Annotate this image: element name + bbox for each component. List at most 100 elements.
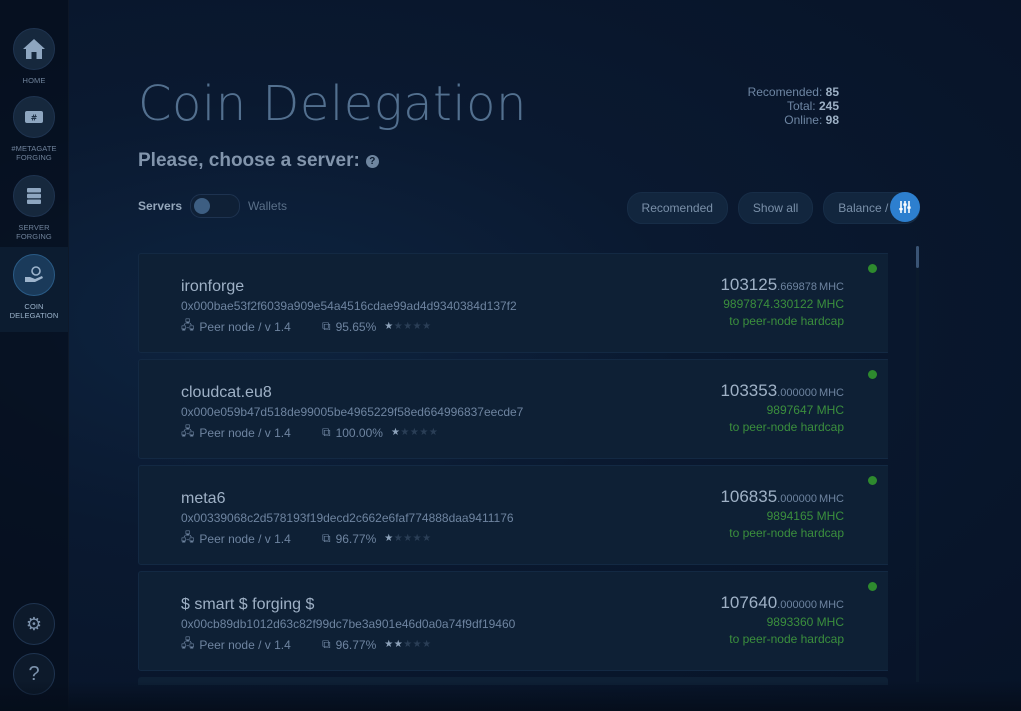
server-name: cloudcat.eu8 [181,384,272,401]
subtitle: Please, choose a server: ? [138,150,379,172]
node-version: Peer node / v 1.4 [199,531,291,546]
wallet-icon: # [25,111,43,123]
server-address: 0x000e059b47d518de99005be4965229f58ed664… [181,405,524,419]
rating-stars: ★★★★★ [390,427,439,438]
server-card[interactable]: cloudcat.eu8 0x000e059b47d518de99005be49… [138,359,888,459]
help-icon: ? [28,662,40,685]
balance-main: 103125.669878 MHC [720,275,844,295]
servers-wallets-switch[interactable] [190,194,241,218]
server-name: $ smart $ forging $ [181,596,315,613]
stat-recommended: Recomended: 85 [748,85,839,99]
rating-stars: ★★★★★ [384,639,432,650]
server-address: 0x00339068c2d578193f19decd2c662e6faf7748… [181,511,514,525]
uptime-info: ⧉ 96.77% [322,637,376,652]
sidebar-item-settings[interactable]: ⚙ [0,603,68,645]
copy-icon: ⧉ [322,319,331,333]
server-stats: Recomended: 85 Total: 245 Online: 98 [748,85,839,127]
hardcap-label: to peer-node hardcap [729,526,844,540]
hardcap-label: to peer-node hardcap [729,420,844,434]
rating-stars: ★★★★★ [384,321,432,332]
filter-show-all-button[interactable]: Show all [737,192,814,224]
network-icon: 🖧 [181,636,195,650]
sliders-icon [899,201,911,213]
toggle-label-wallets[interactable]: Wallets [248,199,287,213]
server-balance: 107640.000000 MHC 9893360 MHC to peer-nod… [720,593,844,647]
server-meta: 🖧 Peer node / v 1.4 ⧉ 95.65% ★★★★★ [181,316,432,337]
balance-remaining: 9894165 MHC [766,509,844,523]
network-icon: 🖧 [181,424,195,438]
node-info: 🖧 Peer node / v 1.4 [181,634,322,655]
uptime-percent: 95.65% [335,319,377,334]
filter-recommended-button[interactable]: Recomended [626,192,728,224]
server-name: ironforge [181,278,245,295]
server-card[interactable]: meta6 0x00339068c2d578193f19decd2c662e6f… [138,465,888,565]
uptime-info: ⧉ 95.65% [322,319,376,334]
list-scrollbar[interactable] [916,246,919,682]
node-version: Peer node / v 1.4 [199,319,291,334]
sidebar-item-coin-delegation[interactable]: COIN DELEGATION [0,247,68,332]
sidebar-item-server-forging[interactable]: SERVER FORGING [0,175,68,241]
rating-stars: ★★★★★ [384,533,432,544]
online-status-dot [868,476,877,485]
svg-text:#: # [31,114,38,123]
filter-bar: Recomended Show all Balance / up [626,192,920,224]
balance-unit: MHC [818,387,844,399]
sidebar-item-label: SERVER FORGING [16,223,52,241]
node-info: 🖧 Peer node / v 1.4 [181,528,322,549]
switch-knob [194,198,211,214]
stat-total: Total: 245 [748,99,839,113]
copy-icon: ⧉ [322,531,331,545]
balance-unit: MHC [818,493,844,505]
balance-main: 103353.000000 MHC [720,381,844,401]
server-list: ironforge 0x000bae53f2f6039a909e54a4516c… [138,253,888,683]
uptime-percent: 96.77% [335,531,377,546]
toggle-label-servers[interactable]: Servers [138,199,182,213]
scroll-thumb[interactable] [916,246,919,268]
stat-label: Total: [786,99,816,113]
balance-dec: .000000 [777,599,817,611]
home-icon [23,39,45,59]
sidebar: HOME # #METAGATE FORGING SERVER FORGING [0,0,69,711]
server-meta: 🖧 Peer node / v 1.4 ⧉ 96.77% ★★★★★ [181,528,432,549]
servers-wallets-toggle-row: Servers Wallets [138,194,287,218]
balance-unit: MHC [818,599,844,611]
delegation-icon [25,266,43,282]
server-meta: 🖧 Peer node / v 1.4 ⧉ 100.00% ★★★★★ [181,422,438,443]
balance-dec: .000000 [777,493,817,505]
nav-circle: ? [13,653,55,695]
nav-circle [13,175,55,217]
bottom-fade [0,681,1021,711]
node-info: 🖧 Peer node / v 1.4 [181,422,322,443]
uptime-info: ⧉ 100.00% [322,425,383,440]
uptime-info: ⧉ 96.77% [322,531,376,546]
copy-icon: ⧉ [322,637,331,651]
server-address: 0x00cb89db1012d63c82f99dc7be3a901e46d0a0… [181,617,516,631]
sidebar-item-label: COIN DELEGATION [9,302,59,320]
copy-icon: ⧉ [322,425,331,439]
help-icon[interactable]: ? [365,154,379,168]
subtitle-text: Please, choose a server: [138,150,360,171]
sidebar-item-help[interactable]: ? [0,653,68,695]
hardcap-label: to peer-node hardcap [729,314,844,328]
hardcap-label: to peer-node hardcap [729,632,844,646]
page-title: Coin Delegation [138,76,527,132]
nav-circle [13,28,55,70]
network-icon: 🖧 [181,318,195,332]
stat-value: 245 [818,99,839,113]
server-address: 0x000bae53f2f6039a909e54a4516cdae99ad4d9… [181,299,517,313]
balance-int: 103353 [720,381,778,400]
node-info: 🖧 Peer node / v 1.4 [181,316,322,337]
node-version: Peer node / v 1.4 [199,637,291,652]
sidebar-item-home[interactable]: HOME [0,28,68,85]
filter-settings-button[interactable] [890,192,920,222]
nav-circle: ⚙ [13,603,55,645]
server-card[interactable]: $ smart $ forging $ 0x00cb89db1012d63c82… [138,571,888,671]
node-version: Peer node / v 1.4 [199,425,291,440]
server-card[interactable]: ironforge 0x000bae53f2f6039a909e54a4516c… [138,253,888,353]
server-card-partial[interactable] [138,677,888,685]
balance-int: 103125 [720,275,778,294]
balance-unit: MHC [818,281,844,293]
sidebar-item-metagate-forging[interactable]: # #METAGATE FORGING [0,96,68,162]
balance-remaining: 9893360 MHC [766,615,844,629]
online-status-dot [868,264,877,273]
